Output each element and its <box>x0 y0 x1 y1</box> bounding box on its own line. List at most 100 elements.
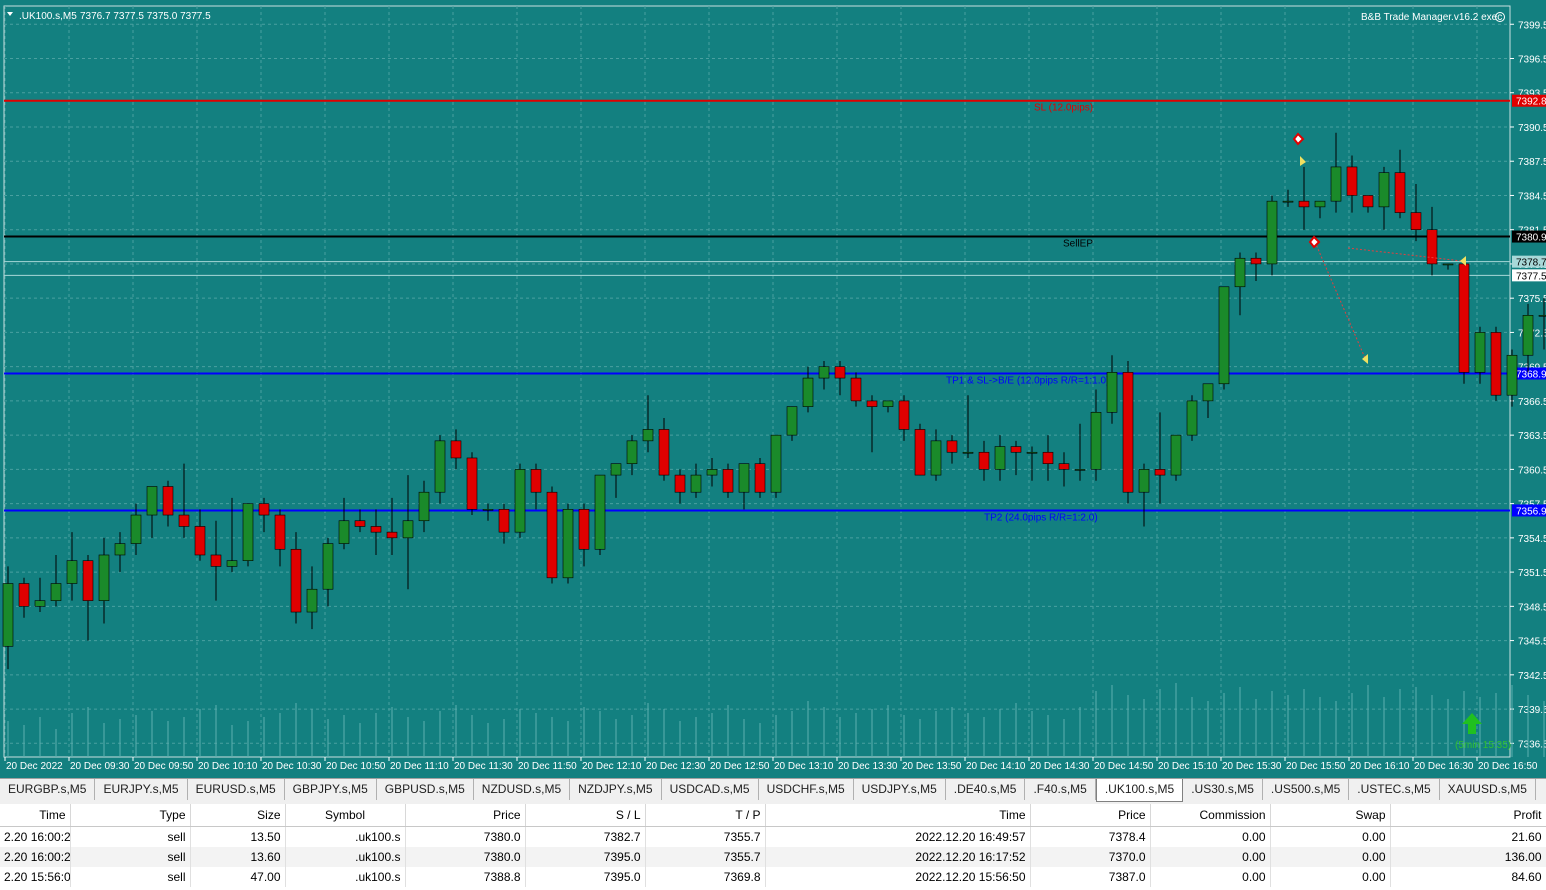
candle-body <box>866 400 878 407</box>
candle-body <box>674 474 686 493</box>
chart-tab[interactable]: .F40.s,M5 <box>1025 779 1096 800</box>
table-row[interactable]: 2.20 16:00:29sell13.60.uk100.s7380.07395… <box>0 847 1546 867</box>
time-scale-label: 20 Dec 16:30 <box>1414 761 1474 772</box>
time-scale-label: 20 Dec 11:50 <box>518 761 577 772</box>
candle-body <box>274 514 286 550</box>
chart-canvas[interactable]: 7399.57396.57393.57390.57387.57384.57381… <box>0 0 1546 778</box>
candle-body <box>1330 166 1342 202</box>
chart-tab[interactable]: GBPUSD.s,M5 <box>377 779 474 800</box>
chart-tab[interactable]: USDCAD.s,M5 <box>662 779 759 800</box>
candle-body <box>978 451 990 470</box>
table-cell: 2022.12.20 16:17:52 <box>765 847 1031 867</box>
candle-body <box>818 366 830 379</box>
candle-body <box>306 588 318 613</box>
time-scale-label: 20 Dec 12:30 <box>646 761 706 772</box>
column-header[interactable]: Symbol <box>285 804 406 827</box>
take-profit-2-price-tag-text: 7356.9 <box>1516 506 1546 517</box>
column-header[interactable]: Time <box>765 804 1031 827</box>
column-header[interactable]: Profit <box>1390 804 1546 827</box>
sell-entry-price-tag-text: 7380.9 <box>1516 233 1546 244</box>
time-scale-label: 20 Dec 16:50 <box>1478 761 1538 772</box>
column-header[interactable]: Type <box>70 804 191 827</box>
price-scale-label: 7399.5 <box>1518 20 1546 31</box>
chart-tab[interactable]: EURUSD.s,M5 <box>188 779 285 800</box>
time-scale-label: 20 Dec 15:30 <box>1222 761 1282 772</box>
price-scale-label: 7354.5 <box>1518 534 1546 545</box>
sell-entry-marker <box>1308 235 1321 249</box>
table-row[interactable]: 2.20 15:56:03sell47.00.uk100.s7388.87395… <box>0 867 1546 887</box>
chart-tab[interactable]: GBPJPY.s,M5 <box>285 779 377 800</box>
chart-tab[interactable]: USDCHF.s,M5 <box>759 779 854 800</box>
table-cell: 0.00 <box>1150 826 1271 847</box>
chart-tab[interactable]: .US500.s,M5 <box>1263 779 1350 800</box>
chart-tab[interactable]: EURJPY.s,M5 <box>95 779 188 800</box>
time-scale-label: 20 Dec 12:50 <box>710 761 770 772</box>
table-cell: 0.00 <box>1150 847 1271 867</box>
chart-tab[interactable]: USDJPY.s,M5 <box>854 779 946 800</box>
table-cell: 2.20 15:56:03 <box>0 867 71 887</box>
chart-tab[interactable]: .DE40.s,M5 <box>946 779 1026 800</box>
candle-body <box>802 377 814 407</box>
candle-body <box>2 583 14 647</box>
candle-body <box>498 509 510 533</box>
chart-tab[interactable]: XAUUSD.s,M5 <box>1440 779 1536 800</box>
candle-body <box>354 520 366 527</box>
chart-symbol-title: .UK100.s,M5 <box>19 11 77 22</box>
chart-tab[interactable]: .US30.s,M5 <box>1183 779 1263 800</box>
bid-price-tag-text: 7377.5 <box>1516 271 1546 282</box>
price-scale-label: 7342.5 <box>1518 671 1546 682</box>
candle-body <box>1122 372 1134 493</box>
candle-body <box>1490 332 1502 396</box>
candle-body <box>930 440 942 476</box>
candle-body <box>482 509 494 511</box>
time-scale-label: 20 Dec 09:30 <box>70 761 130 772</box>
column-header[interactable]: S / L <box>525 804 646 827</box>
candle-body <box>98 554 110 601</box>
sell-entry-label: SellEP <box>1063 239 1093 250</box>
candle-body <box>914 429 926 476</box>
chart-tab[interactable]: .USTEC.s,M5 <box>1349 779 1440 800</box>
candle-body <box>850 377 862 402</box>
time-scale-label: 20 Dec 14:10 <box>966 761 1026 772</box>
take-profit-2-label: TP2 (24.0pips R/R=1:2.0) <box>984 512 1098 523</box>
price-scale-label: 7384.5 <box>1518 191 1546 202</box>
column-header[interactable]: Swap <box>1270 804 1391 827</box>
chart-tab[interactable]: EURGBP.s,M5 <box>0 779 96 800</box>
price-chart[interactable]: 7399.57396.57393.57390.57387.57384.57381… <box>0 0 1546 778</box>
trade-history-panel: Time Type Size Symbol Price S / LT / P Time Pri… <box>0 804 1546 890</box>
table-cell: 7369.8 <box>645 867 766 887</box>
column-header[interactable]: Price <box>1030 804 1151 827</box>
table-cell: 47.00 <box>190 867 286 887</box>
close-marker <box>1362 354 1368 364</box>
candle-body <box>898 400 910 430</box>
column-header[interactable]: Price <box>405 804 526 827</box>
table-cell: 13.50 <box>190 826 286 847</box>
price-scale-label: 7336.5 <box>1518 739 1546 750</box>
candle-body <box>1538 315 1546 317</box>
candle-body <box>1026 451 1038 454</box>
table-row[interactable]: 2.20 16:00:29sell13.50.uk100.s7380.07382… <box>0 826 1546 847</box>
column-header[interactable]: Commission <box>1150 804 1271 827</box>
chart-tab[interactable]: .UK100.s,M5 <box>1095 779 1184 802</box>
candle-body <box>946 440 958 453</box>
candle-body <box>1010 446 1022 453</box>
trade-path <box>1347 247 1463 262</box>
candle-body <box>546 491 558 579</box>
table-cell: 2022.12.20 15:56:50 <box>765 867 1031 887</box>
column-header[interactable]: T / P <box>645 804 766 827</box>
chart-tab[interactable]: NZDJPY.s,M5 <box>570 779 662 800</box>
candle-body <box>1506 354 1518 396</box>
candle-body <box>1298 200 1310 208</box>
take-profit-1-label: TP1 & SL->B/E (12.0pips R/R=1:1.0) <box>946 376 1109 387</box>
table-cell: 7387.0 <box>1030 867 1151 887</box>
chart-tab[interactable]: NZDUSD.s,M5 <box>474 779 571 800</box>
table-cell: .uk100.s <box>285 826 406 847</box>
price-scale-label: 7387.5 <box>1518 157 1546 168</box>
candle-body <box>1458 263 1470 373</box>
column-header[interactable]: Size <box>190 804 286 827</box>
plot-border <box>3 5 1511 758</box>
column-header[interactable]: Time <box>0 804 71 827</box>
table-cell: 84.60 <box>1390 867 1546 887</box>
time-scale-label: 20 Dec 13:50 <box>902 761 962 772</box>
chart-tabs: EURGBP.s,M5 EURJPY.s,M5 EURUSD.s,M5 GBPJPY.… <box>0 778 1546 802</box>
